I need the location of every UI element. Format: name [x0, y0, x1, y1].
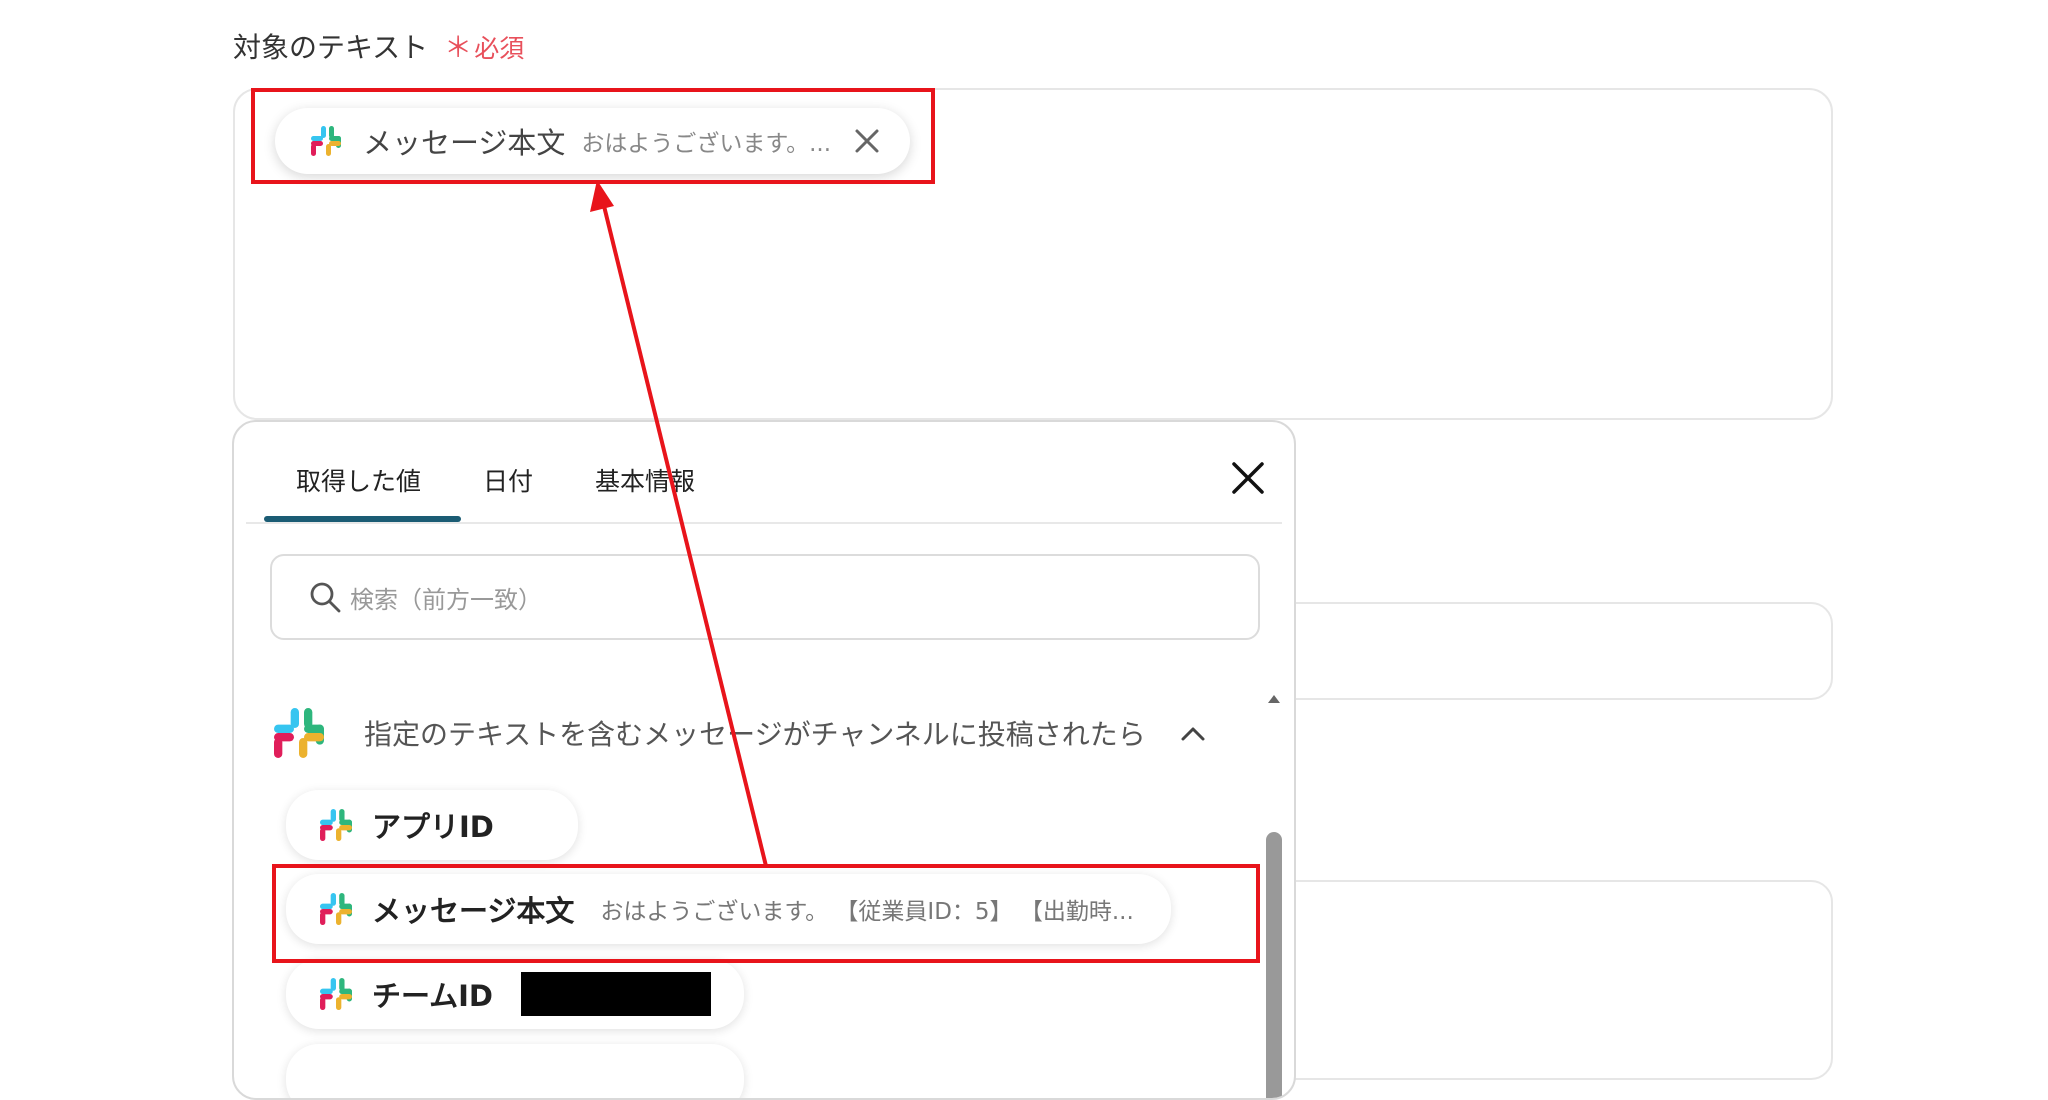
- annotation-arrow: [590, 180, 768, 867]
- list-item[interactable]: [286, 1044, 744, 1098]
